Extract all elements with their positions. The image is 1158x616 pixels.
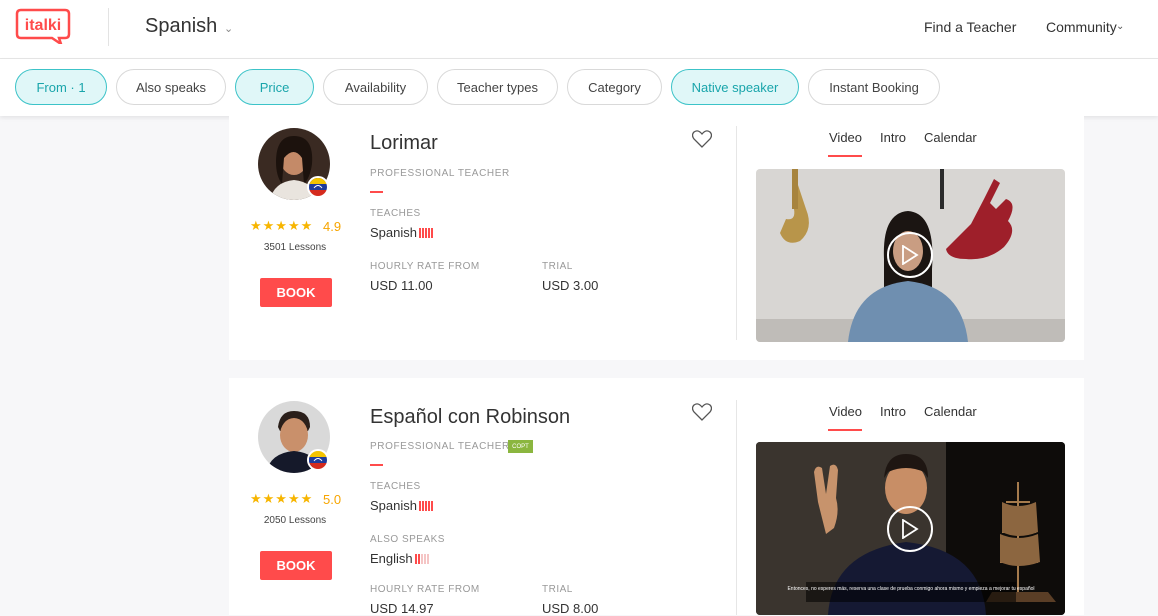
intro-video-thumbnail[interactable]: Entonces, no esperes más, reserva una cl… <box>756 442 1065 615</box>
filter-availability[interactable]: Availability <box>323 69 428 105</box>
teacher-name[interactable]: Lorimar <box>370 132 438 155</box>
rating-value: 5.0 <box>323 492 342 507</box>
lessons-count: 2050 Lessons <box>263 515 327 526</box>
heart-icon[interactable] <box>691 403 714 423</box>
trial-label: TRIAL <box>542 584 573 595</box>
book-button[interactable]: BOOK <box>260 278 332 307</box>
active-tab-indicator <box>828 429 862 431</box>
chevron-down-icon[interactable]: ⌄ <box>1116 21 1124 32</box>
filter-price[interactable]: Price <box>235 69 314 105</box>
tab-intro[interactable]: Intro <box>880 404 906 419</box>
intro-video-thumbnail[interactable] <box>756 169 1065 342</box>
rating-stars: ★★★★★ <box>250 491 314 506</box>
svg-text:Entonces, no esperes más, rese: Entonces, no esperes más, reserva una cl… <box>787 586 1034 592</box>
hourly-rate-value: USD 14.97 <box>370 601 434 616</box>
rating-stars: ★★★★★ <box>250 218 314 233</box>
active-tab-indicator <box>828 155 862 157</box>
teacher-role: PROFESSIONAL TEACHER <box>370 168 510 179</box>
tab-calendar[interactable]: Calendar <box>924 130 977 145</box>
filter-bar: From · 1 Also speaks Price Availability … <box>0 59 1158 116</box>
teaches-label: TEACHES <box>370 208 421 219</box>
venezuela-flag-icon <box>307 449 329 471</box>
hourly-rate-value: USD 11.00 <box>370 278 433 293</box>
nav-find-teacher[interactable]: Find a Teacher <box>924 19 1016 35</box>
top-header: italki Spanish ⌄ Find a Teacher Communit… <box>0 0 1158 59</box>
teaches-language: Spanish <box>370 498 434 514</box>
nav-community[interactable]: Community <box>1046 19 1117 35</box>
filter-category[interactable]: Category <box>567 69 662 105</box>
trial-value: USD 8.00 <box>542 601 599 616</box>
filter-from[interactable]: From · 1 <box>15 69 107 105</box>
language-selector[interactable]: Spanish <box>145 15 217 38</box>
header-divider <box>108 8 109 46</box>
filter-also-speaks[interactable]: Also speaks <box>116 69 226 105</box>
teacher-card[interactable]: ★★★★★ 5.0 2050 Lessons BOOK Español con … <box>229 378 1084 616</box>
play-icon[interactable] <box>887 232 933 278</box>
rating-value: 4.9 <box>323 219 342 234</box>
filter-teacher-types[interactable]: Teacher types <box>437 69 558 105</box>
hourly-rate-label: HOURLY RATE FROM <box>370 584 480 595</box>
card-divider <box>736 126 737 340</box>
tab-video[interactable]: Video <box>829 130 862 145</box>
trial-label: TRIAL <box>542 261 573 272</box>
lessons-count: 3501 Lessons <box>263 242 327 253</box>
play-icon[interactable] <box>887 506 933 552</box>
chevron-down-icon[interactable]: ⌄ <box>224 22 233 35</box>
card-divider <box>736 400 737 615</box>
accent-line <box>370 464 383 466</box>
also-speaks-label: ALSO SPEAKS <box>370 534 445 545</box>
tab-video[interactable]: Video <box>829 404 862 419</box>
filter-native-speaker[interactable]: Native speaker <box>671 69 799 105</box>
tab-intro[interactable]: Intro <box>880 130 906 145</box>
heart-icon[interactable] <box>691 130 714 150</box>
trial-value: USD 3.00 <box>542 278 599 293</box>
filter-instant-booking[interactable]: Instant Booking <box>808 69 940 105</box>
teacher-card[interactable]: ★★★★★ 4.9 3501 Lessons BOOK Lorimar PROF… <box>229 116 1084 360</box>
book-button[interactable]: BOOK <box>260 551 332 580</box>
accent-line <box>370 191 383 193</box>
also-speaks-language: English <box>370 551 430 567</box>
proficiency-bars-icon <box>418 226 434 241</box>
svg-text:italki: italki <box>25 17 61 34</box>
teacher-badge: COPT <box>508 440 533 453</box>
proficiency-bars-icon <box>414 552 430 567</box>
venezuela-flag-icon <box>307 176 329 198</box>
teaches-label: TEACHES <box>370 481 421 492</box>
tab-calendar[interactable]: Calendar <box>924 404 977 419</box>
proficiency-bars-icon <box>418 499 434 514</box>
italki-logo[interactable]: italki <box>15 8 71 44</box>
teacher-name[interactable]: Español con Robinson <box>370 406 570 429</box>
hourly-rate-label: HOURLY RATE FROM <box>370 261 480 272</box>
teacher-role: PROFESSIONAL TEACHER <box>370 441 510 452</box>
teaches-language: Spanish <box>370 225 434 241</box>
